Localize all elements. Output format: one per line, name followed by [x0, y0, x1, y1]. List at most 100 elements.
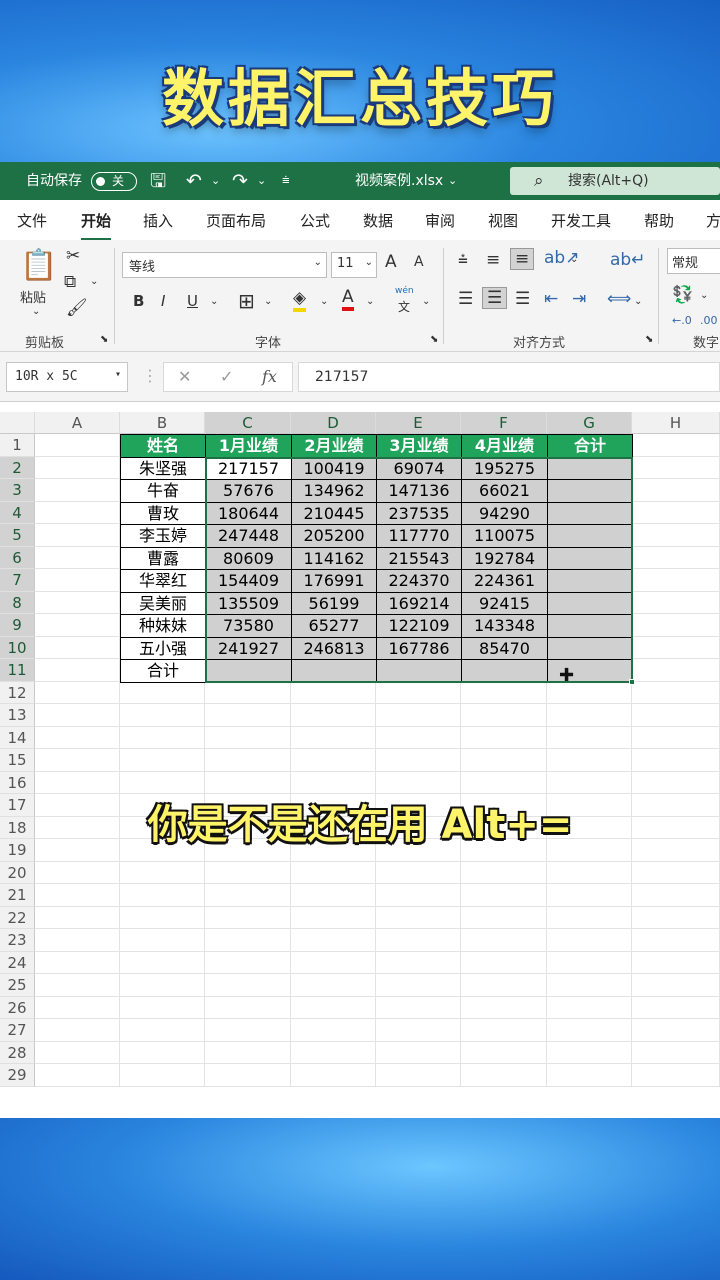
table-header-cell[interactable]: 4月业绩: [461, 434, 548, 458]
value-cell[interactable]: 110075: [461, 524, 548, 548]
cell[interactable]: [632, 614, 720, 637]
cell[interactable]: [461, 726, 547, 749]
value-cell[interactable]: [291, 659, 377, 683]
cell[interactable]: [632, 546, 720, 569]
cell[interactable]: [461, 704, 547, 727]
tab-page-layout[interactable]: 页面布局: [206, 210, 266, 231]
cell[interactable]: [205, 726, 291, 749]
value-cell[interactable]: 247448: [205, 524, 292, 548]
cell[interactable]: [35, 569, 120, 592]
fill-color-icon[interactable]: ◈: [293, 288, 307, 312]
cell[interactable]: [35, 974, 120, 997]
tab-data[interactable]: 数据: [363, 210, 393, 231]
column-header-h[interactable]: H: [632, 412, 720, 434]
underline-dropdown-icon[interactable]: ⌄: [210, 296, 218, 307]
name-cell[interactable]: 李玉婷: [120, 524, 206, 548]
align-bottom-icon[interactable]: ≡: [510, 248, 535, 270]
cell[interactable]: [376, 771, 461, 794]
value-cell[interactable]: 56199: [291, 591, 377, 615]
cell[interactable]: [461, 906, 547, 929]
row-header-9[interactable]: 9: [0, 614, 35, 637]
cell[interactable]: [376, 974, 461, 997]
increase-decimal-icon[interactable]: ←.0: [672, 314, 692, 327]
value-cell[interactable]: [376, 659, 462, 683]
row-header-13[interactable]: 13: [0, 704, 35, 727]
column-header-f[interactable]: F: [461, 412, 547, 434]
cell[interactable]: [632, 1041, 720, 1064]
cell[interactable]: [632, 591, 720, 614]
row-header-25[interactable]: 25: [0, 974, 35, 997]
cell[interactable]: [632, 434, 720, 457]
value-cell[interactable]: [547, 591, 633, 615]
cell[interactable]: [205, 996, 291, 1019]
value-cell[interactable]: 143348: [461, 614, 548, 638]
cell[interactable]: [632, 906, 720, 929]
value-cell[interactable]: 69074: [376, 456, 462, 480]
cell[interactable]: [547, 749, 632, 772]
cell[interactable]: [632, 659, 720, 682]
value-cell[interactable]: 85470: [461, 636, 548, 660]
cut-icon[interactable]: ✂: [66, 246, 80, 266]
cell[interactable]: [35, 614, 120, 637]
value-cell[interactable]: 114162: [291, 546, 377, 570]
cell[interactable]: [205, 749, 291, 772]
name-cell[interactable]: 牛奋: [120, 479, 206, 503]
value-cell[interactable]: 215543: [376, 546, 462, 570]
cell[interactable]: [120, 929, 205, 952]
cell[interactable]: [35, 704, 120, 727]
tab-file[interactable]: 文件: [17, 210, 47, 231]
copy-dropdown-icon[interactable]: ⌄: [90, 276, 98, 287]
cell[interactable]: [461, 951, 547, 974]
cell[interactable]: [35, 906, 120, 929]
borders-icon[interactable]: ⊞: [238, 289, 255, 313]
cell[interactable]: [205, 951, 291, 974]
paste-label[interactable]: 粘贴: [20, 287, 46, 306]
value-cell[interactable]: 94290: [461, 501, 548, 525]
cell[interactable]: [35, 1064, 120, 1087]
cell[interactable]: [632, 681, 720, 704]
name-cell[interactable]: 五小强: [120, 636, 206, 660]
value-cell[interactable]: 100419: [291, 456, 377, 480]
cell[interactable]: [632, 1019, 720, 1042]
cell[interactable]: [376, 861, 461, 884]
cell[interactable]: [547, 884, 632, 907]
row-header-10[interactable]: 10: [0, 636, 35, 659]
name-cell[interactable]: 曹露: [120, 546, 206, 570]
row-header-8[interactable]: 8: [0, 591, 35, 614]
tab-help[interactable]: 帮助: [644, 210, 674, 231]
table-header-cell[interactable]: 3月业绩: [376, 434, 462, 458]
cell[interactable]: [120, 996, 205, 1019]
cell[interactable]: [35, 681, 120, 704]
cell[interactable]: [632, 636, 720, 659]
table-header-cell[interactable]: 合计: [547, 434, 633, 458]
value-cell[interactable]: [547, 456, 633, 480]
column-header-e[interactable]: E: [376, 412, 461, 434]
cell[interactable]: [632, 974, 720, 997]
cell[interactable]: [205, 704, 291, 727]
font-shrink-icon[interactable]: A: [414, 254, 424, 270]
cell[interactable]: [291, 996, 376, 1019]
value-cell[interactable]: 180644: [205, 501, 292, 525]
cell[interactable]: [461, 1041, 547, 1064]
name-cell[interactable]: 曹玫: [120, 501, 206, 525]
table-header-cell[interactable]: 2月业绩: [291, 434, 377, 458]
alignment-launcher-icon[interactable]: ⬊: [645, 334, 653, 345]
column-header-c[interactable]: C: [205, 412, 291, 434]
cell[interactable]: [291, 929, 376, 952]
undo-dropdown-icon[interactable]: ⌄: [211, 162, 220, 200]
column-header-g[interactable]: G: [547, 412, 632, 434]
active-cell[interactable]: 217157: [205, 456, 292, 480]
row-header-3[interactable]: 3: [0, 479, 35, 502]
search-box[interactable]: ⌕ 搜索(Alt+Q): [510, 167, 720, 195]
name-cell[interactable]: 合计: [120, 659, 206, 683]
row-header-1[interactable]: 1: [0, 434, 35, 457]
value-cell[interactable]: 246813: [291, 636, 377, 660]
cell[interactable]: [376, 1019, 461, 1042]
cell[interactable]: [35, 771, 120, 794]
row-header-7[interactable]: 7: [0, 569, 35, 592]
cell[interactable]: [205, 1019, 291, 1042]
value-cell[interactable]: [205, 659, 292, 683]
cell[interactable]: [205, 906, 291, 929]
cell[interactable]: [547, 1064, 632, 1087]
name-box[interactable]: 10R x 5C ▾: [6, 362, 128, 392]
